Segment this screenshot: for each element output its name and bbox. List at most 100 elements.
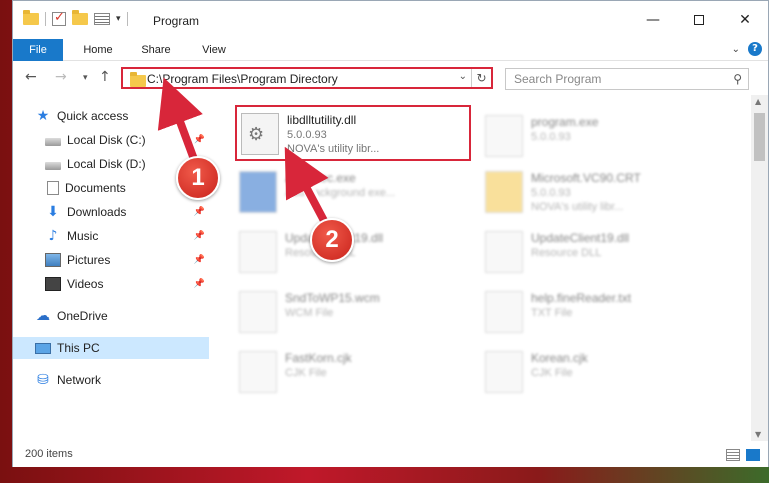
list-item[interactable]: Microsoft.VC90.CRT 5.0.0.93 NOVA's utili… <box>485 165 725 219</box>
step-marker-2: 2 <box>310 218 354 262</box>
dll-file-icon <box>239 231 277 273</box>
sidebar-item-label: Videos <box>67 277 104 291</box>
tab-home[interactable]: Home <box>73 39 123 61</box>
sidebar-item-this-pc[interactable]: This PC <box>13 337 209 359</box>
list-item[interactable]: AppExec.exe Add background exe... <box>239 165 479 219</box>
sidebar-item-onedrive[interactable]: ☁ OneDrive <box>13 305 209 327</box>
list-item[interactable]: Korean.cjk CJK File <box>485 345 725 399</box>
folder-icon <box>130 72 146 87</box>
details-view-icon[interactable] <box>726 449 740 461</box>
pin-icon[interactable]: 📌 <box>194 279 205 289</box>
expand-ribbon-icon[interactable]: ⌄ <box>732 44 740 55</box>
file-type: CJK File <box>531 367 573 379</box>
videos-icon <box>45 277 61 291</box>
list-item[interactable]: UpdateClient19.dll Resource DLL <box>485 225 725 279</box>
properties-check-icon[interactable] <box>52 10 66 26</box>
scroll-down-icon[interactable]: ▼ <box>755 430 761 439</box>
tab-share[interactable]: Share <box>131 39 181 61</box>
chevron-down-icon[interactable]: ▾ <box>116 14 121 24</box>
network-icon: ⛁ <box>37 372 49 388</box>
forward-arrow-icon[interactable]: → <box>55 69 67 85</box>
sidebar-item-downloads[interactable]: ⬇ Downloads 📌 <box>13 201 209 223</box>
text-file-icon <box>485 291 523 333</box>
cloud-icon: ☁ <box>36 308 50 324</box>
disk-icon <box>45 137 61 146</box>
ribbon-controls: ⌄ ? <box>732 42 762 56</box>
file-name: program.exe <box>531 115 599 129</box>
minimize-button[interactable]: — <box>630 1 676 39</box>
sidebar-item-label: Quick access <box>57 109 129 123</box>
scroll-up-icon[interactable]: ▲ <box>755 97 761 106</box>
disk-icon <box>45 161 61 170</box>
sidebar-item-label: Music <box>67 229 99 243</box>
refresh-icon[interactable]: ↻ <box>471 69 491 87</box>
dll-file-icon <box>485 231 523 273</box>
navigation-bar: ← → ▾ ↑ C:\Program Files\Program Directo… <box>13 61 768 95</box>
quick-access-toolbar: ▾ <box>23 10 128 26</box>
file-name: FastKorn.cjk <box>285 351 352 365</box>
status-bar: 200 items <box>13 441 768 467</box>
maximize-button[interactable] <box>676 1 722 39</box>
back-arrow-icon[interactable]: ← <box>25 69 37 85</box>
tab-view[interactable]: View <box>189 39 239 61</box>
list-item[interactable]: program.exe 5.0.0.93 <box>485 109 725 163</box>
pin-icon[interactable]: 📌 <box>194 255 205 265</box>
recent-locations-icon[interactable]: ▾ <box>83 73 88 83</box>
file-name: libdlltutility.dll <box>287 113 357 127</box>
file-type: WCM File <box>285 307 334 319</box>
file-icon <box>239 291 277 333</box>
sidebar-item-videos[interactable]: Videos 📌 <box>13 273 209 295</box>
file-version: 5.0.0.93 <box>531 187 571 199</box>
file-description: NOVA's utility libr... <box>531 201 624 213</box>
vertical-scrollbar[interactable]: ▲ ▼ <box>751 95 768 441</box>
file-name: SndToWP15.wcm <box>285 291 380 305</box>
documents-icon <box>47 181 59 195</box>
help-icon[interactable]: ? <box>748 42 762 56</box>
sidebar-item-label: This PC <box>57 341 100 355</box>
address-path[interactable]: C:\Program Files\Program Directory <box>147 72 338 86</box>
folder-icon <box>23 10 39 25</box>
pin-icon[interactable]: 📌 <box>194 207 205 217</box>
divider <box>126 12 128 26</box>
sidebar-item-music[interactable]: ♪ Music 📌 <box>13 225 209 247</box>
pin-icon[interactable]: 📌 <box>194 231 205 241</box>
sidebar-item-local-disk-c[interactable]: Local Disk (C:) 📌 <box>13 129 209 151</box>
sidebar-item-label: OneDrive <box>57 309 108 323</box>
list-item[interactable]: help.fineReader.txt TXT File <box>485 285 725 339</box>
maximize-icon <box>694 15 704 25</box>
dll-file-icon: ⚙ <box>241 113 279 155</box>
sidebar-item-network[interactable]: ⛁ Network <box>13 369 209 391</box>
new-folder-icon[interactable] <box>72 10 88 25</box>
sidebar-item-label: Local Disk (D:) <box>67 157 146 171</box>
explorer-window: ▾ Program — ✕ File Home Share View ⌄ ? ←… <box>12 0 769 467</box>
item-count: 200 items <box>25 448 73 460</box>
list-item[interactable]: SndToWP15.wcm WCM File <box>239 285 479 339</box>
chevron-down-icon[interactable]: ⌄ <box>459 71 467 82</box>
scrollbar-thumb[interactable] <box>754 113 765 161</box>
file-type: TXT File <box>531 307 573 319</box>
file-item-selected[interactable]: ⚙ libdlltutility.dll 5.0.0.93 NOVA's uti… <box>235 105 471 161</box>
navigation-pane: ★ Quick access Local Disk (C:) 📌 Local D… <box>13 95 209 441</box>
pin-icon[interactable]: 📌 <box>194 135 205 145</box>
sidebar-item-label: Documents <box>65 181 126 195</box>
up-arrow-icon[interactable]: ↑ <box>99 69 111 85</box>
file-name: help.fineReader.txt <box>531 291 632 305</box>
address-bar[interactable]: C:\Program Files\Program Directory ⌄ ↻ <box>121 67 493 89</box>
sidebar-item-pictures[interactable]: Pictures 📌 <box>13 249 209 271</box>
search-icon[interactable]: ⚲ <box>733 72 742 86</box>
large-icons-view-icon[interactable] <box>746 449 760 461</box>
list-item[interactable]: UpdateClient19.dll Resource DLL <box>239 225 479 279</box>
properties-icon[interactable] <box>94 13 110 25</box>
sidebar-item-quick-access[interactable]: ★ Quick access <box>13 105 209 127</box>
list-item[interactable]: ⚙ libdlltutility.dll 5.0.0.93 NOVA's uti… <box>241 107 481 161</box>
search-input[interactable]: Search Program ⚲ <box>505 68 749 90</box>
music-icon: ♪ <box>48 228 58 244</box>
list-item[interactable]: FastKorn.cjk CJK File <box>239 345 479 399</box>
tab-file[interactable]: File <box>13 39 63 61</box>
exe-file-icon <box>239 171 277 213</box>
file-list: ⚙ libdlltutility.dll 5.0.0.93 NOVA's uti… <box>209 95 743 441</box>
close-button[interactable]: ✕ <box>722 1 768 39</box>
file-name: AppExec.exe <box>285 171 356 185</box>
divider <box>45 12 46 26</box>
step-marker-1: 1 <box>176 156 220 200</box>
